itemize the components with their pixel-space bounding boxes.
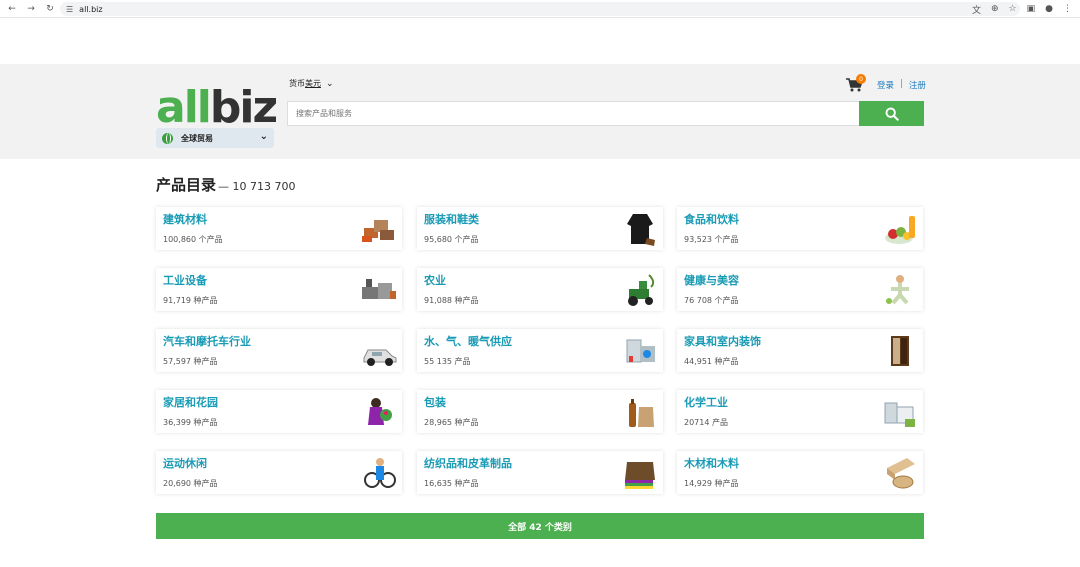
search-input[interactable] (287, 101, 859, 126)
category-card[interactable]: 健康与美容 76 708 个产品 (677, 268, 923, 311)
category-count: 16,635 种产品 (424, 479, 479, 488)
auth-separator: | (900, 79, 903, 89)
reload-icon[interactable]: ↻ (43, 2, 57, 16)
currency-label: 货币 (289, 79, 305, 88)
food-icon (885, 216, 915, 244)
chemical-icon (884, 402, 915, 427)
cart-count-badge: 0 (856, 74, 866, 84)
category-count: 91,088 种产品 (424, 296, 479, 305)
category-name[interactable]: 食品和饮料 (684, 211, 739, 227)
boiler-icon (626, 339, 655, 363)
profile-icon[interactable]: ● (1045, 4, 1053, 14)
category-name[interactable]: 包装 (424, 394, 446, 410)
category-card[interactable]: 农业 91,088 种产品 (417, 268, 663, 311)
category-name[interactable]: 家居和花园 (163, 394, 218, 410)
category-card[interactable]: 工业设备 91,719 种产品 (156, 268, 402, 311)
car-icon (363, 349, 397, 366)
browser-toolbar: ← → ↻ ☰ all.biz 文 ⊕ ☆ ▣ ● ⋮ (0, 0, 1080, 18)
wood-icon (887, 458, 915, 489)
logo-biz: biz (209, 82, 278, 133)
category-name[interactable]: 化学工业 (684, 394, 728, 410)
all-categories-button[interactable]: 全部 42 个类别 (156, 513, 924, 539)
category-name[interactable]: 工业设备 (163, 272, 207, 288)
globe-icon (162, 132, 173, 144)
category-count: 36,399 种产品 (163, 418, 218, 427)
auth-links: 登录 | 注册 (877, 79, 926, 91)
search-icon (885, 107, 899, 121)
url-text: all.biz (79, 4, 103, 14)
industrial-equipment-icon (362, 279, 396, 299)
category-count: 14,929 种产品 (684, 479, 739, 488)
garden-icon (368, 398, 392, 425)
category-name[interactable]: 家具和室内装饰 (684, 333, 761, 349)
category-card[interactable]: 食品和饮料 93,523 个产品 (677, 207, 923, 250)
catalog-heading: 产品目录 — 10 713 700 (156, 174, 296, 195)
category-count: 20714 产品 (684, 418, 728, 427)
category-card[interactable]: 木材和木料 14,929 种产品 (677, 451, 923, 494)
chevron-down-icon: ⌄ (326, 78, 334, 89)
wellness-icon (886, 275, 909, 305)
packaging-icon (629, 399, 654, 427)
category-count: 55 135 产品 (424, 357, 471, 366)
category-card[interactable]: 包装 28,965 种产品 (417, 390, 663, 433)
category-count: 93,523 个产品 (684, 235, 739, 244)
tractor-icon (628, 274, 655, 306)
back-icon[interactable]: ← (5, 2, 19, 16)
region-label: 全球贸易 (181, 133, 213, 143)
category-card[interactable]: 纺织品和皮革制品 16,635 种产品 (417, 451, 663, 494)
category-name[interactable]: 木材和木料 (684, 455, 739, 471)
site-header: allbiz 全球贸易 ⌄ 货币美元 ⌄ 0 登录 | 注册 (0, 64, 1080, 159)
clothing-icon (627, 214, 655, 246)
site-settings-icon[interactable]: ☰ (66, 5, 73, 14)
category-card[interactable]: 运动休闲 20,690 种产品 (156, 451, 402, 494)
catalog-total: — 10 713 700 (218, 180, 296, 193)
register-link[interactable]: 注册 (909, 79, 926, 91)
allbiz-logo[interactable]: allbiz (156, 86, 278, 130)
category-name[interactable]: 汽车和摩托车行业 (163, 333, 251, 349)
currency-value: 美元 (305, 79, 321, 88)
translate-icon[interactable]: 文 (972, 3, 981, 16)
category-count: 100,860 个产品 (163, 235, 223, 244)
category-count: 44,951 种产品 (684, 357, 739, 366)
category-count: 95,680 个产品 (424, 235, 479, 244)
category-name[interactable]: 建筑材料 (163, 211, 207, 227)
sports-icon (364, 458, 396, 488)
category-card[interactable]: 服装和鞋类 95,680 个产品 (417, 207, 663, 250)
category-count: 28,965 种产品 (424, 418, 479, 427)
wardrobe-icon (891, 336, 909, 366)
search-button[interactable] (859, 101, 924, 126)
bookmark-star-icon[interactable]: ☆ (1009, 4, 1017, 14)
chevron-down-icon: ⌄ (259, 131, 268, 142)
building-materials-icon (362, 220, 394, 242)
zoom-icon[interactable]: ⊕ (991, 4, 999, 14)
category-name[interactable]: 服装和鞋类 (424, 211, 479, 227)
category-card[interactable]: 水、气、暖气供应 55 135 产品 (417, 329, 663, 372)
address-bar[interactable]: ☰ all.biz (60, 2, 1020, 16)
category-count: 76 708 个产品 (684, 296, 739, 305)
menu-dots-icon[interactable]: ⋮ (1063, 4, 1072, 14)
catalog-title: 产品目录 (156, 176, 217, 194)
forward-icon[interactable]: → (24, 2, 38, 16)
category-count: 57,597 种产品 (163, 357, 218, 366)
category-name[interactable]: 运动休闲 (163, 455, 207, 471)
login-link[interactable]: 登录 (877, 79, 894, 91)
category-count: 91,719 种产品 (163, 296, 218, 305)
category-name[interactable]: 健康与美容 (684, 272, 739, 288)
category-card[interactable]: 汽车和摩托车行业 57,597 种产品 (156, 329, 402, 372)
category-count: 20,690 种产品 (163, 479, 218, 488)
category-card[interactable]: 家居和花园 36,399 种产品 (156, 390, 402, 433)
category-card[interactable]: 建筑材料 100,860 个产品 (156, 207, 402, 250)
logo-all: all (156, 82, 212, 133)
category-name[interactable]: 农业 (424, 272, 446, 288)
category-card[interactable]: 化学工业 20714 产品 (677, 390, 923, 433)
category-name[interactable]: 纺织品和皮革制品 (424, 455, 512, 471)
region-selector[interactable]: 全球贸易 ⌄ (156, 128, 274, 148)
category-card[interactable]: 家具和室内装饰 44,951 种产品 (677, 329, 923, 372)
category-name[interactable]: 水、气、暖气供应 (424, 333, 512, 349)
extensions-icon[interactable]: ▣ (1027, 4, 1036, 14)
textile-icon (625, 462, 655, 489)
currency-selector[interactable]: 货币 美元 ⌄ (289, 78, 334, 89)
